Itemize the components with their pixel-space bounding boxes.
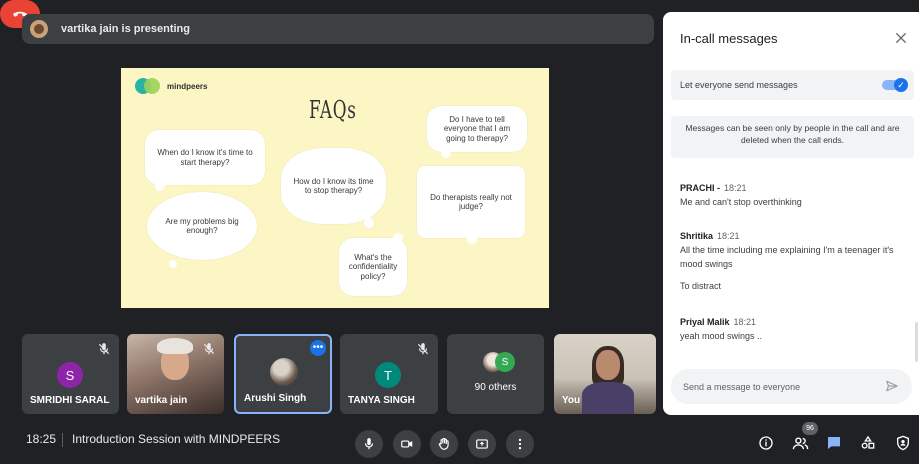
avatar: T <box>375 362 401 388</box>
faq-bubble: What's the confidentiality policy? <box>339 233 407 296</box>
participant-name: SMRIDHI SARAL <box>30 395 110 406</box>
raise-hand-button[interactable] <box>430 430 458 458</box>
avatar <box>270 358 298 386</box>
send-icon[interactable] <box>885 379 899 393</box>
slide-title: FAQs <box>309 96 357 124</box>
faq-bubble: Are my problems big enough? <box>147 192 257 268</box>
message-time: 18:21 <box>717 231 740 241</box>
shared-slide: mindpeers FAQs When do I know it's time … <box>121 68 549 308</box>
others-avatars: S <box>483 352 515 372</box>
chat-title: In-call messages <box>680 31 778 46</box>
others-count-label: 90 others <box>474 382 517 393</box>
hand-icon <box>438 437 449 450</box>
chat-button[interactable] <box>824 433 844 453</box>
message-sender: Priyal Malik 18:21 <box>680 317 757 327</box>
shield-icon <box>897 435 909 451</box>
chat-scrollbar[interactable] <box>915 322 918 362</box>
faq-bubble: Do therapists really not judge? <box>417 166 525 244</box>
more-options-icon[interactable]: ••• <box>310 340 326 356</box>
participant-name: You <box>562 395 581 406</box>
allow-messages-toggle[interactable]: ✓ <box>882 78 908 92</box>
message-time: 18:21 <box>724 183 747 193</box>
participant-name: TANYA SINGH <box>348 395 415 406</box>
participant-tile-vartika[interactable]: vartika jain <box>127 334 224 414</box>
participant-name: Arushi Singh <box>244 393 307 404</box>
meeting-details-button[interactable] <box>756 433 776 453</box>
microphone-icon <box>364 438 374 450</box>
participant-tile-smridhi[interactable]: S SMRIDHI SARAL <box>22 334 119 414</box>
faq-bubble: How do I know its time to stop therapy? <box>281 148 386 228</box>
message-text: yeah mood swings .. <box>680 331 763 341</box>
chat-notice: Messages can be seen only by people in t… <box>671 116 914 158</box>
present-screen-button[interactable] <box>468 430 496 458</box>
meeting-title: Introduction Session with MINDPEERS <box>72 432 281 446</box>
mic-off-icon <box>203 343 215 355</box>
camera-button[interactable] <box>393 430 421 458</box>
message-text: To distract <box>680 281 722 291</box>
chat-icon <box>828 437 840 449</box>
participant-name: vartika jain <box>135 395 188 406</box>
people-icon <box>792 436 808 449</box>
message-text: All the time including me explaining I'm… <box>680 245 894 269</box>
faq-bubble: When do I know it's time to start therap… <box>145 130 265 191</box>
check-icon: ✓ <box>894 78 908 92</box>
clock: 18:25 <box>26 432 57 446</box>
divider <box>62 433 63 447</box>
self-video <box>596 350 620 380</box>
message-sender: PRACHI -18:21 <box>680 183 747 193</box>
camera-icon <box>401 440 413 448</box>
message-sender: Shritika 18:21 <box>680 231 740 241</box>
mic-off-icon <box>98 343 110 355</box>
activities-button[interactable] <box>858 433 878 453</box>
people-count-badge: 96 <box>802 422 818 435</box>
mindpeers-logo: mindpeers <box>135 78 207 94</box>
presenter-avatar <box>30 20 48 38</box>
mic-off-icon <box>417 343 429 355</box>
chat-message-input[interactable] <box>671 369 912 404</box>
participant-tile-arushi[interactable]: ••• Arushi Singh <box>234 334 332 414</box>
activities-icon <box>861 435 875 449</box>
more-vert-icon <box>518 438 522 450</box>
allow-messages-row: Let everyone send messages ✓ <box>671 70 914 100</box>
message-time: 18:21 <box>733 317 757 327</box>
people-button[interactable] <box>790 433 810 453</box>
info-icon <box>759 436 773 450</box>
participant-tile-you[interactable]: You <box>554 334 656 414</box>
avatar: S <box>57 362 83 388</box>
microphone-button[interactable] <box>355 430 383 458</box>
more-options-button[interactable] <box>506 430 534 458</box>
toggle-label: Let everyone send messages <box>680 80 798 90</box>
presenter-label: vartika jain is presenting <box>61 23 190 35</box>
chat-panel: In-call messages Let everyone send messa… <box>663 12 919 415</box>
presenter-bar: vartika jain is presenting <box>22 14 654 44</box>
host-controls-button[interactable] <box>893 433 913 453</box>
participant-tile-others[interactable]: S 90 others <box>447 334 544 414</box>
logo-text: mindpeers <box>167 81 208 91</box>
message-text: Me and can't stop overthinking <box>680 197 802 207</box>
present-icon <box>476 439 488 449</box>
participant-tile-tanya[interactable]: T TANYA SINGH <box>340 334 438 414</box>
close-icon[interactable] <box>893 30 909 46</box>
faq-bubble: Do I have to tell everyone that I am goi… <box>427 106 527 158</box>
